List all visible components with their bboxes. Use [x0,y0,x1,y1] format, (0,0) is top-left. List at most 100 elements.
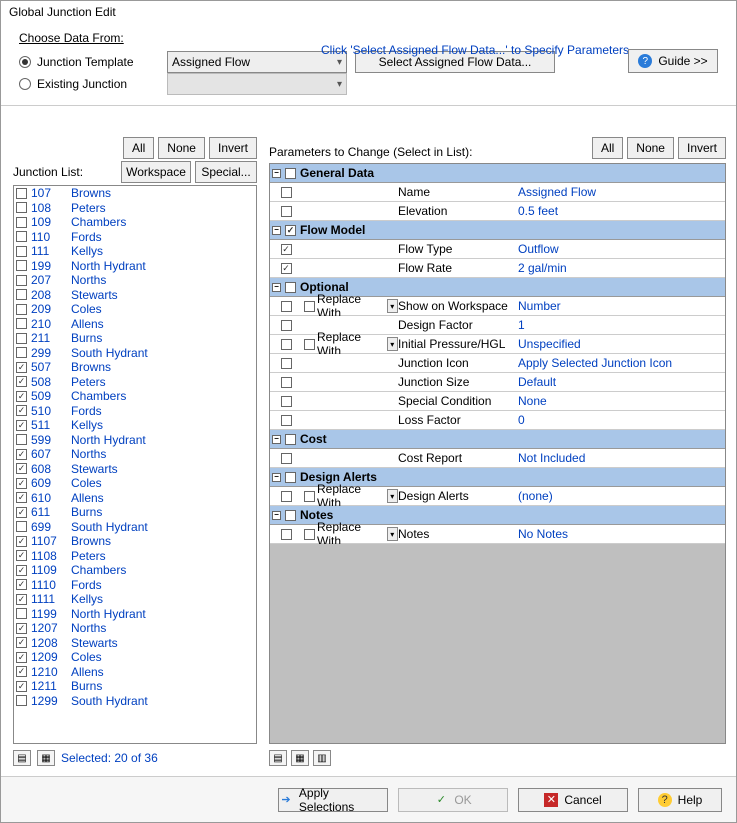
list-item[interactable]: 107Browns [14,186,256,201]
checkbox[interactable] [281,491,292,502]
list-item[interactable]: 699South Hydrant [14,520,256,535]
checkbox[interactable] [16,347,27,358]
checkbox[interactable] [16,304,27,315]
special-button[interactable]: Special... [195,161,257,183]
cancel-button[interactable]: ✕ Cancel [518,788,628,812]
checkbox[interactable] [285,168,296,179]
checkbox[interactable] [16,231,27,242]
param-row[interactable]: Loss Factor0 [270,411,725,430]
list-item[interactable]: 209Coles [14,302,256,317]
collapse-icon[interactable]: − [272,511,281,520]
checkbox[interactable] [16,391,27,402]
list-item[interactable]: 1210Allens [14,665,256,680]
param-invert-button[interactable]: Invert [678,137,726,159]
checkbox[interactable] [281,377,292,388]
param-value[interactable]: (none) [518,489,725,503]
checkbox[interactable] [16,478,27,489]
param-value[interactable]: 2 gal/min [518,261,725,275]
list-item[interactable]: 1110Fords [14,578,256,593]
list-item[interactable]: 1208Stewarts [14,636,256,651]
param-row[interactable]: Flow Rate2 gal/min [270,259,725,278]
param-value[interactable]: Apply Selected Junction Icon [518,356,725,370]
checkbox[interactable] [281,320,292,331]
checkbox[interactable] [281,339,292,350]
chevron-down-icon[interactable]: ▾ [387,299,398,313]
list-item[interactable]: 211Burns [14,331,256,346]
junction-list[interactable]: 107Browns108Peters109Chambers110Fords111… [13,185,257,744]
list-item[interactable]: 1209Coles [14,650,256,665]
checkbox[interactable] [16,623,27,634]
radio-junction-template[interactable]: Junction Template [19,55,159,69]
checkbox[interactable] [16,681,27,692]
checkbox[interactable] [16,536,27,547]
checkbox[interactable] [304,491,315,502]
checkbox[interactable] [16,507,27,518]
list-item[interactable]: 508Peters [14,375,256,390]
checkbox[interactable] [281,415,292,426]
param-value[interactable]: No Notes [518,527,725,541]
param-value[interactable]: None [518,394,725,408]
list-item[interactable]: 1211Burns [14,679,256,694]
param-value[interactable]: Not Included [518,451,725,465]
grid-view2-icon[interactable]: ▦ [291,750,309,766]
param-value[interactable]: Number [518,299,725,313]
collapse-icon[interactable]: − [272,283,281,292]
checkbox[interactable] [281,206,292,217]
collapse-icon[interactable]: − [272,435,281,444]
checkbox[interactable] [16,289,27,300]
list-item[interactable]: 210Allens [14,317,256,332]
section-header[interactable]: −Flow Model [270,221,725,240]
param-value[interactable]: 0 [518,413,725,427]
checkbox[interactable] [285,225,296,236]
checkbox[interactable] [16,565,27,576]
jlist-all-button[interactable]: All [123,137,154,159]
grid-view3-icon[interactable]: ▥ [313,750,331,766]
checkbox[interactable] [16,333,27,344]
chevron-down-icon[interactable]: ▾ [387,337,398,351]
param-all-button[interactable]: All [592,137,623,159]
checkbox[interactable] [16,521,27,532]
jlist-invert-button[interactable]: Invert [209,137,257,159]
param-row[interactable]: Cost ReportNot Included [270,449,725,468]
checkbox[interactable] [16,579,27,590]
param-row[interactable]: Replace With▾Show on WorkspaceNumber [270,297,725,316]
list-item[interactable]: 1299South Hydrant [14,694,256,709]
guide-button[interactable]: ? Guide >> [628,49,718,73]
list-item[interactable]: 1199North Hydrant [14,607,256,622]
checkbox[interactable] [16,217,27,228]
list-item[interactable]: 1111Kellys [14,592,256,607]
list-item[interactable]: 599North Hydrant [14,433,256,448]
list-item[interactable]: 1109Chambers [14,563,256,578]
list-item[interactable]: 509Chambers [14,389,256,404]
checkbox[interactable] [304,529,315,540]
checkbox[interactable] [16,652,27,663]
list-item[interactable]: 299South Hydrant [14,346,256,361]
param-value[interactable]: 0.5 feet [518,204,725,218]
list-item[interactable]: 608Stewarts [14,462,256,477]
list-item[interactable]: 1107Browns [14,534,256,549]
checkbox[interactable] [16,550,27,561]
list-item[interactable]: 510Fords [14,404,256,419]
chevron-down-icon[interactable]: ▾ [387,489,398,503]
section-header[interactable]: −Cost [270,430,725,449]
grid-view1-icon[interactable]: ▤ [269,750,287,766]
list-item[interactable]: 111Kellys [14,244,256,259]
collapse-icon[interactable]: − [272,473,281,482]
checkbox[interactable] [281,301,292,312]
list-item[interactable]: 110Fords [14,230,256,245]
checkbox[interactable] [281,187,292,198]
checkbox[interactable] [16,420,27,431]
param-row[interactable]: Replace With▾Design Alerts(none) [270,487,725,506]
hint-link[interactable]: Click 'Select Assigned Flow Data...' to … [321,43,629,57]
workspace-button[interactable]: Workspace [121,161,191,183]
checkbox[interactable] [16,666,27,677]
param-row[interactable]: NameAssigned Flow [270,183,725,202]
section-header[interactable]: −General Data [270,164,725,183]
checkbox[interactable] [281,453,292,464]
checkbox[interactable] [16,246,27,257]
checkbox[interactable] [16,492,27,503]
param-value[interactable]: Default [518,375,725,389]
checkbox[interactable] [16,275,27,286]
checkbox[interactable] [304,301,315,312]
param-row[interactable]: Replace With▾NotesNo Notes [270,525,725,544]
